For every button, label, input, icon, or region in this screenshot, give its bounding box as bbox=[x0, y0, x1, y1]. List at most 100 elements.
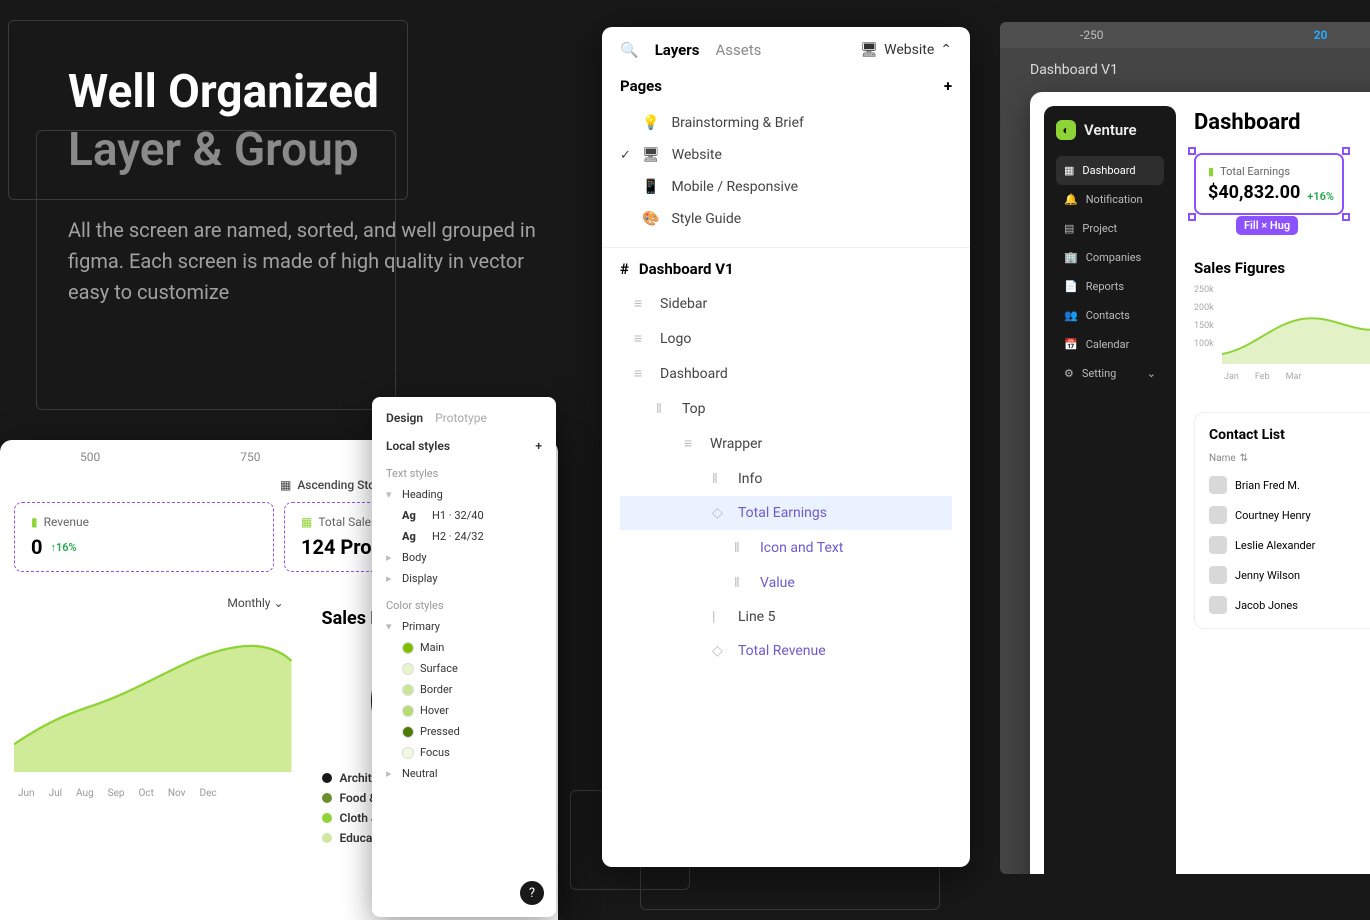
nav-icon: 🏢 bbox=[1064, 251, 1078, 264]
local-styles-title: Local styles bbox=[386, 439, 450, 453]
sidebar-item-setting[interactable]: ⚙Setting⌄ bbox=[1056, 359, 1164, 388]
chevron-down-icon: ⌄ bbox=[1147, 367, 1156, 380]
hero: Well Organized Layer & Group All the scr… bbox=[68, 64, 568, 308]
color-swatch[interactable]: Pressed bbox=[386, 725, 542, 738]
color-swatch[interactable]: Focus bbox=[386, 746, 542, 759]
sidebar-item-companies[interactable]: 🏢Companies bbox=[1056, 243, 1164, 272]
dashboard-frame[interactable]: ◐ Venture ▦Dashboard🔔Notification▤Projec… bbox=[1030, 92, 1370, 874]
tab-layers[interactable]: Layers bbox=[655, 41, 700, 59]
kpi-revenue: ▮Revenue 0↑16% bbox=[14, 502, 274, 572]
nav-icon: 📅 bbox=[1064, 338, 1078, 351]
layer-row[interactable]: ‖Top bbox=[620, 391, 952, 426]
layer-type-icon: | bbox=[712, 609, 728, 625]
avatar bbox=[1209, 506, 1227, 524]
hero-desc: All the screen are named, sorted, and we… bbox=[68, 215, 568, 308]
sidebar: ◐ Venture ▦Dashboard🔔Notification▤Projec… bbox=[1044, 106, 1176, 874]
page-item[interactable]: 📱Mobile / Responsive bbox=[620, 171, 952, 203]
layer-row[interactable]: |Line 5 bbox=[620, 600, 952, 634]
sidebar-item-dashboard[interactable]: ▦Dashboard bbox=[1056, 156, 1164, 185]
period-dropdown[interactable]: Monthly ⌄ bbox=[227, 596, 283, 610]
sidebar-item-notification[interactable]: 🔔Notification bbox=[1056, 185, 1164, 214]
cart-icon: ▦ bbox=[301, 515, 312, 529]
logo-icon: ◐ bbox=[1056, 120, 1076, 140]
contact-row[interactable]: Jenny Wilson bbox=[1209, 566, 1370, 584]
layer-row[interactable]: ≡Sidebar bbox=[620, 286, 952, 321]
chevron-up-icon: ⌃ bbox=[940, 42, 952, 58]
frame-title[interactable]: # Dashboard V1 bbox=[620, 260, 952, 278]
canvas-area: -250 20 Dashboard V1 ◐ Venture ▦Dashboar… bbox=[1000, 22, 1370, 874]
autolayout-badge: Fill × Hug bbox=[1236, 216, 1298, 235]
avatar bbox=[1209, 536, 1227, 554]
contacts-title: Contact List bbox=[1209, 427, 1370, 443]
page-item[interactable]: 🖥Website bbox=[620, 139, 952, 171]
layer-row[interactable]: ‖Value bbox=[620, 565, 952, 600]
color-swatch[interactable]: Border bbox=[386, 683, 542, 696]
area-chart: Monthly ⌄ JunJulAugSepOctNovDec bbox=[14, 596, 292, 863]
color-swatch[interactable]: Surface bbox=[386, 662, 542, 675]
add-style-button[interactable]: + bbox=[535, 439, 542, 453]
color-group-neutral[interactable]: Neutral bbox=[402, 767, 438, 780]
contact-row[interactable]: Brian Fred M. bbox=[1209, 476, 1370, 494]
layers-panel: 🔍 Layers Assets 🖥 Website ⌃ Pages + 💡Brai… bbox=[602, 27, 970, 867]
contact-row[interactable]: Leslie Alexander bbox=[1209, 536, 1370, 554]
layer-type-icon: ≡ bbox=[634, 365, 650, 382]
main-content: Dashboard ▮Total Earnings $40,832.00 +16… bbox=[1176, 92, 1370, 874]
nav-icon: ⚙ bbox=[1064, 367, 1074, 380]
avatar bbox=[1209, 476, 1227, 494]
page-dropdown[interactable]: 🖥 Website ⌃ bbox=[860, 42, 952, 58]
text-style-body[interactable]: Body bbox=[402, 551, 427, 564]
layer-type-icon: ≡ bbox=[634, 295, 650, 312]
search-icon[interactable]: 🔍 bbox=[620, 41, 639, 59]
text-style-heading[interactable]: Heading bbox=[402, 488, 443, 501]
chart-icon: ▮ bbox=[31, 515, 38, 529]
color-swatch[interactable]: Hover bbox=[386, 704, 542, 717]
avatar bbox=[1209, 596, 1227, 614]
page-item[interactable]: 💡Brainstorming & Brief bbox=[620, 107, 952, 139]
frame-name-label[interactable]: Dashboard V1 bbox=[1030, 62, 1118, 78]
nav-icon: ▤ bbox=[1064, 222, 1074, 235]
canvas-ruler: -250 20 bbox=[1000, 22, 1370, 48]
color-styles-heading: Color styles bbox=[386, 599, 542, 612]
layer-type-icon: ◇ bbox=[712, 505, 728, 521]
sidebar-item-contacts[interactable]: 👥Contacts bbox=[1056, 301, 1164, 330]
tab-design[interactable]: Design bbox=[386, 411, 423, 425]
sidebar-nav: ▦Dashboard🔔Notification▤Project🏢Companie… bbox=[1056, 156, 1164, 388]
contact-list-card: Contact List Name⇅ Brian Fred M. Courtney… bbox=[1194, 412, 1370, 629]
nav-icon: ▦ bbox=[1064, 164, 1074, 177]
layer-row[interactable]: ‖Icon and Text bbox=[620, 530, 952, 565]
total-earnings-card[interactable]: ▮Total Earnings $40,832.00 +16% Fill × H… bbox=[1194, 153, 1344, 215]
text-style-h1[interactable]: H1 · 32/40 bbox=[432, 509, 484, 522]
page-item[interactable]: 🎨Style Guide bbox=[620, 203, 952, 235]
layer-row[interactable]: ‖Info bbox=[620, 461, 952, 496]
text-style-display[interactable]: Display bbox=[402, 572, 438, 585]
tab-assets[interactable]: Assets bbox=[715, 41, 761, 59]
area-chart-svg bbox=[14, 618, 292, 778]
logo[interactable]: ◐ Venture bbox=[1056, 120, 1164, 140]
nav-icon: 🔔 bbox=[1064, 193, 1078, 206]
sidebar-item-calendar[interactable]: 📅Calendar bbox=[1056, 330, 1164, 359]
name-column-header[interactable]: Name⇅ bbox=[1209, 453, 1370, 464]
sidebar-item-project[interactable]: ▤Project bbox=[1056, 214, 1164, 243]
sort-icon: ⇅ bbox=[1240, 453, 1248, 464]
layer-row[interactable]: ≡Wrapper bbox=[620, 426, 952, 461]
sales-figures-chart bbox=[1222, 304, 1370, 364]
color-group-primary[interactable]: Primary bbox=[402, 620, 440, 633]
layer-type-icon: ≡ bbox=[634, 330, 650, 347]
sidebar-item-reports[interactable]: 📄Reports bbox=[1056, 272, 1164, 301]
page-icon: 💡 bbox=[642, 115, 659, 131]
help-button[interactable]: ? bbox=[520, 881, 544, 905]
layer-type-icon: ‖ bbox=[656, 400, 672, 417]
color-swatch[interactable]: Main bbox=[386, 641, 542, 654]
text-style-h2[interactable]: H2 · 24/32 bbox=[432, 530, 484, 543]
layer-type-icon: ◇ bbox=[712, 643, 728, 659]
layer-row[interactable]: ≡Dashboard bbox=[620, 356, 952, 391]
pages-heading: Pages bbox=[620, 77, 662, 95]
contact-row[interactable]: Jacob Jones bbox=[1209, 596, 1370, 614]
nav-icon: 📄 bbox=[1064, 280, 1078, 293]
tab-prototype[interactable]: Prototype bbox=[435, 411, 487, 425]
layer-row[interactable]: ≡Logo bbox=[620, 321, 952, 356]
layer-row[interactable]: ◇Total Revenue bbox=[620, 634, 952, 668]
contact-row[interactable]: Courtney Henry bbox=[1209, 506, 1370, 524]
layer-row[interactable]: ◇Total Earnings bbox=[620, 496, 952, 530]
add-page-button[interactable]: + bbox=[944, 77, 952, 95]
